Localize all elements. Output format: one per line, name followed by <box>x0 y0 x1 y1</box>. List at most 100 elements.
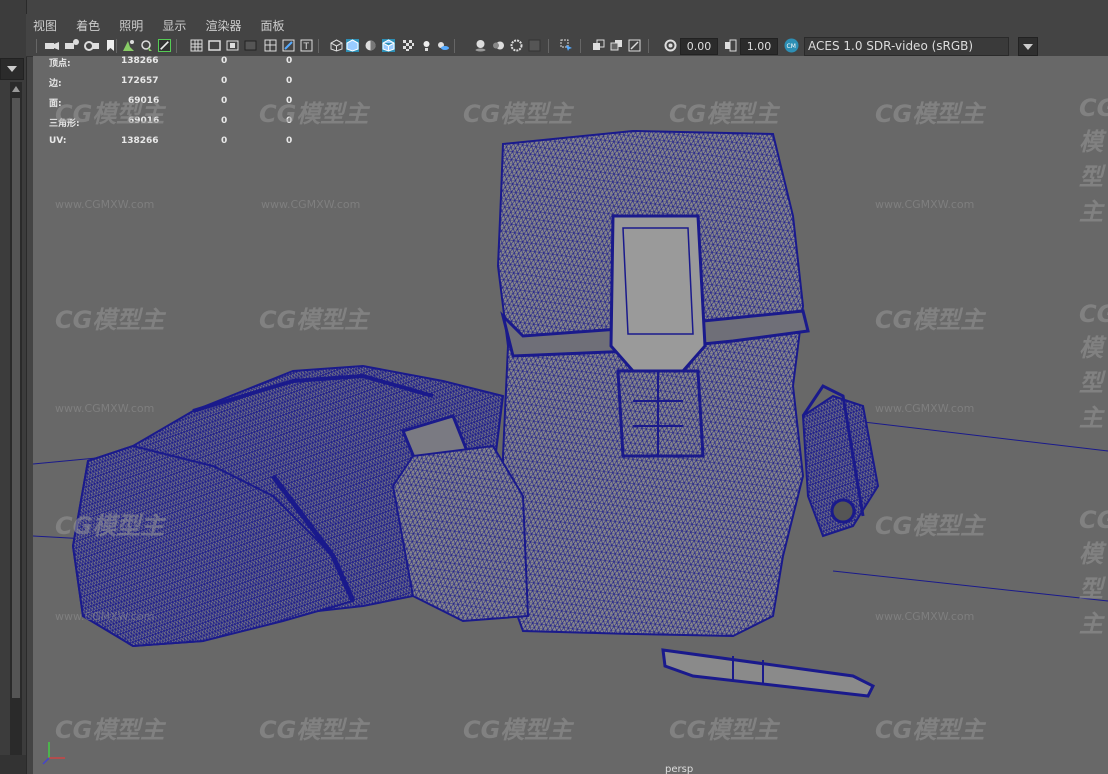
hud-label: UV: <box>49 136 67 146</box>
shadows-icon[interactable] <box>436 39 449 52</box>
watermark-logo: CG模型主 <box>463 100 573 128</box>
color-manage-icon[interactable]: CM <box>784 38 799 53</box>
watermark-url: www.CGMXW.com <box>55 198 155 211</box>
hud-value: 0 <box>221 56 228 66</box>
hud-label: 边: <box>49 79 62 89</box>
chevron-down-icon[interactable] <box>1018 37 1038 56</box>
expand-icon[interactable] <box>628 39 641 52</box>
watermark-logo: CG模型主 <box>1079 94 1108 226</box>
toolbar-separator <box>580 39 581 53</box>
watermark-logo: CG模型主 <box>669 100 779 128</box>
strap-mesh[interactable] <box>661 648 876 698</box>
watermark-logo: CG模型主 <box>669 716 779 744</box>
watermark-logo: CG模型主 <box>55 716 165 744</box>
hud-value: 0 <box>286 76 293 86</box>
smooth-shade-icon[interactable] <box>346 39 359 52</box>
hud-value: 172657 <box>121 76 159 86</box>
hud-value: 0 <box>286 56 293 66</box>
menu-bar: 视图 着色 照明 显示 渲染器 面板 <box>26 14 1108 36</box>
toolbar-separator <box>116 39 117 53</box>
watermark-logo: CG模型主 <box>55 306 165 334</box>
safe-title-icon[interactable]: T <box>300 39 313 52</box>
motion-blur-icon[interactable] <box>492 39 505 52</box>
toolbar-separator <box>176 39 177 53</box>
hud-value: 0 <box>221 96 228 106</box>
camera-label: persp <box>665 764 694 774</box>
toolbar-separator <box>648 39 649 53</box>
watermark-url: www.CGMXW.com <box>55 402 155 415</box>
scene-canvas[interactable] <box>33 56 1108 774</box>
isolate-select-icon[interactable] <box>560 39 573 52</box>
default-material-icon[interactable] <box>364 39 377 52</box>
watermark-url: www.CGMXW.com <box>875 610 975 623</box>
watermark-logo: CG模型主 <box>875 100 985 128</box>
scroll-up-icon[interactable] <box>12 86 20 92</box>
toolbar-separator <box>548 39 549 53</box>
color-space-value: ACES 1.0 SDR-video (sRGB) <box>808 39 974 53</box>
panel-dropdown[interactable] <box>0 58 24 80</box>
menu-show[interactable]: 显示 <box>155 14 193 34</box>
backpack-mesh[interactable] <box>391 129 880 638</box>
watermark-url: www.CGMXW.com <box>875 198 975 211</box>
xray-icon[interactable] <box>402 39 415 52</box>
backface-icon[interactable] <box>610 39 623 52</box>
ambient-occlusion-icon[interactable] <box>474 39 487 52</box>
watermark-logo: CG模型主 <box>463 716 573 744</box>
wireframe-icon[interactable] <box>330 39 343 52</box>
svg-text:CM: CM <box>787 43 796 50</box>
menu-lighting[interactable]: 照明 <box>112 14 150 34</box>
toolbar-separator <box>454 39 455 53</box>
2d-pan-icon[interactable] <box>140 39 153 52</box>
scrollbar[interactable] <box>10 82 22 767</box>
camera-lock-icon[interactable] <box>84 39 100 52</box>
hud-value: 0 <box>221 76 228 86</box>
menu-panels[interactable]: 面板 <box>254 14 292 34</box>
field-chart-icon[interactable] <box>264 39 277 52</box>
hud-value: 0 <box>221 136 228 146</box>
watermark-logo: CG模型主 <box>259 306 369 334</box>
gamma-field[interactable]: 1.00 <box>740 38 778 55</box>
watermark-logo: CG模型主 <box>1079 506 1108 638</box>
hud-value: 138266 <box>121 56 159 66</box>
left-panel-footer <box>0 755 26 774</box>
image-plane-icon[interactable] <box>122 39 135 52</box>
panel-toolbar: T 0.00 1.00 CM ACES 1.0 SDR-video (sRGB) <box>26 36 1108 57</box>
scroll-thumb[interactable] <box>12 98 20 698</box>
grease-pencil-icon[interactable] <box>158 39 171 52</box>
toolbar-separator <box>318 39 319 53</box>
watermark-logo: CG模型主 <box>875 306 985 334</box>
axis-gizmo-icon <box>42 742 65 765</box>
camera-select-icon[interactable] <box>44 39 60 52</box>
left-panel <box>0 0 27 774</box>
watermark-logo: CG模型主 <box>875 716 985 744</box>
watermark-url: www.CGMXW.com <box>55 610 155 623</box>
two-sided-icon[interactable] <box>592 39 605 52</box>
watermark-logo: CG模型主 <box>259 716 369 744</box>
exposure-field[interactable]: 0.00 <box>680 38 718 55</box>
toolbar-separator <box>36 39 37 53</box>
grid-icon[interactable] <box>190 39 203 52</box>
viewport-persp[interactable]: 顶点: 138266 0 0 边: 172657 0 0 面: 69016 0 … <box>33 56 1108 774</box>
menu-shading[interactable]: 着色 <box>69 14 107 34</box>
depth-of-field-icon[interactable] <box>528 39 541 52</box>
menu-renderer[interactable]: 渲染器 <box>198 14 248 34</box>
gamma-icon[interactable] <box>724 39 737 52</box>
color-space-dropdown[interactable]: ACES 1.0 SDR-video (sRGB) <box>804 37 1038 56</box>
camera-attr-icon[interactable] <box>64 39 80 52</box>
hud-value: 138266 <box>121 136 159 146</box>
use-lights-icon[interactable] <box>420 39 433 52</box>
resolution-gate-icon[interactable] <box>226 39 239 52</box>
antialias-icon[interactable] <box>510 39 523 52</box>
watermark-url: www.CGMXW.com <box>875 402 975 415</box>
exposure-icon[interactable] <box>664 39 677 52</box>
menu-view[interactable]: 视图 <box>26 14 64 34</box>
hud-label: 顶点: <box>49 59 71 69</box>
film-gate-icon[interactable] <box>208 39 221 52</box>
gate-mask-icon[interactable] <box>244 39 257 52</box>
hud-value: 0 <box>221 116 228 126</box>
wireframe-on-shaded-icon[interactable] <box>382 39 395 52</box>
safe-action-icon[interactable] <box>282 39 295 52</box>
svg-text:T: T <box>303 42 310 52</box>
watermark-logo: CG模型主 <box>875 512 985 540</box>
watermark-logo: CG模型主 <box>55 512 165 540</box>
